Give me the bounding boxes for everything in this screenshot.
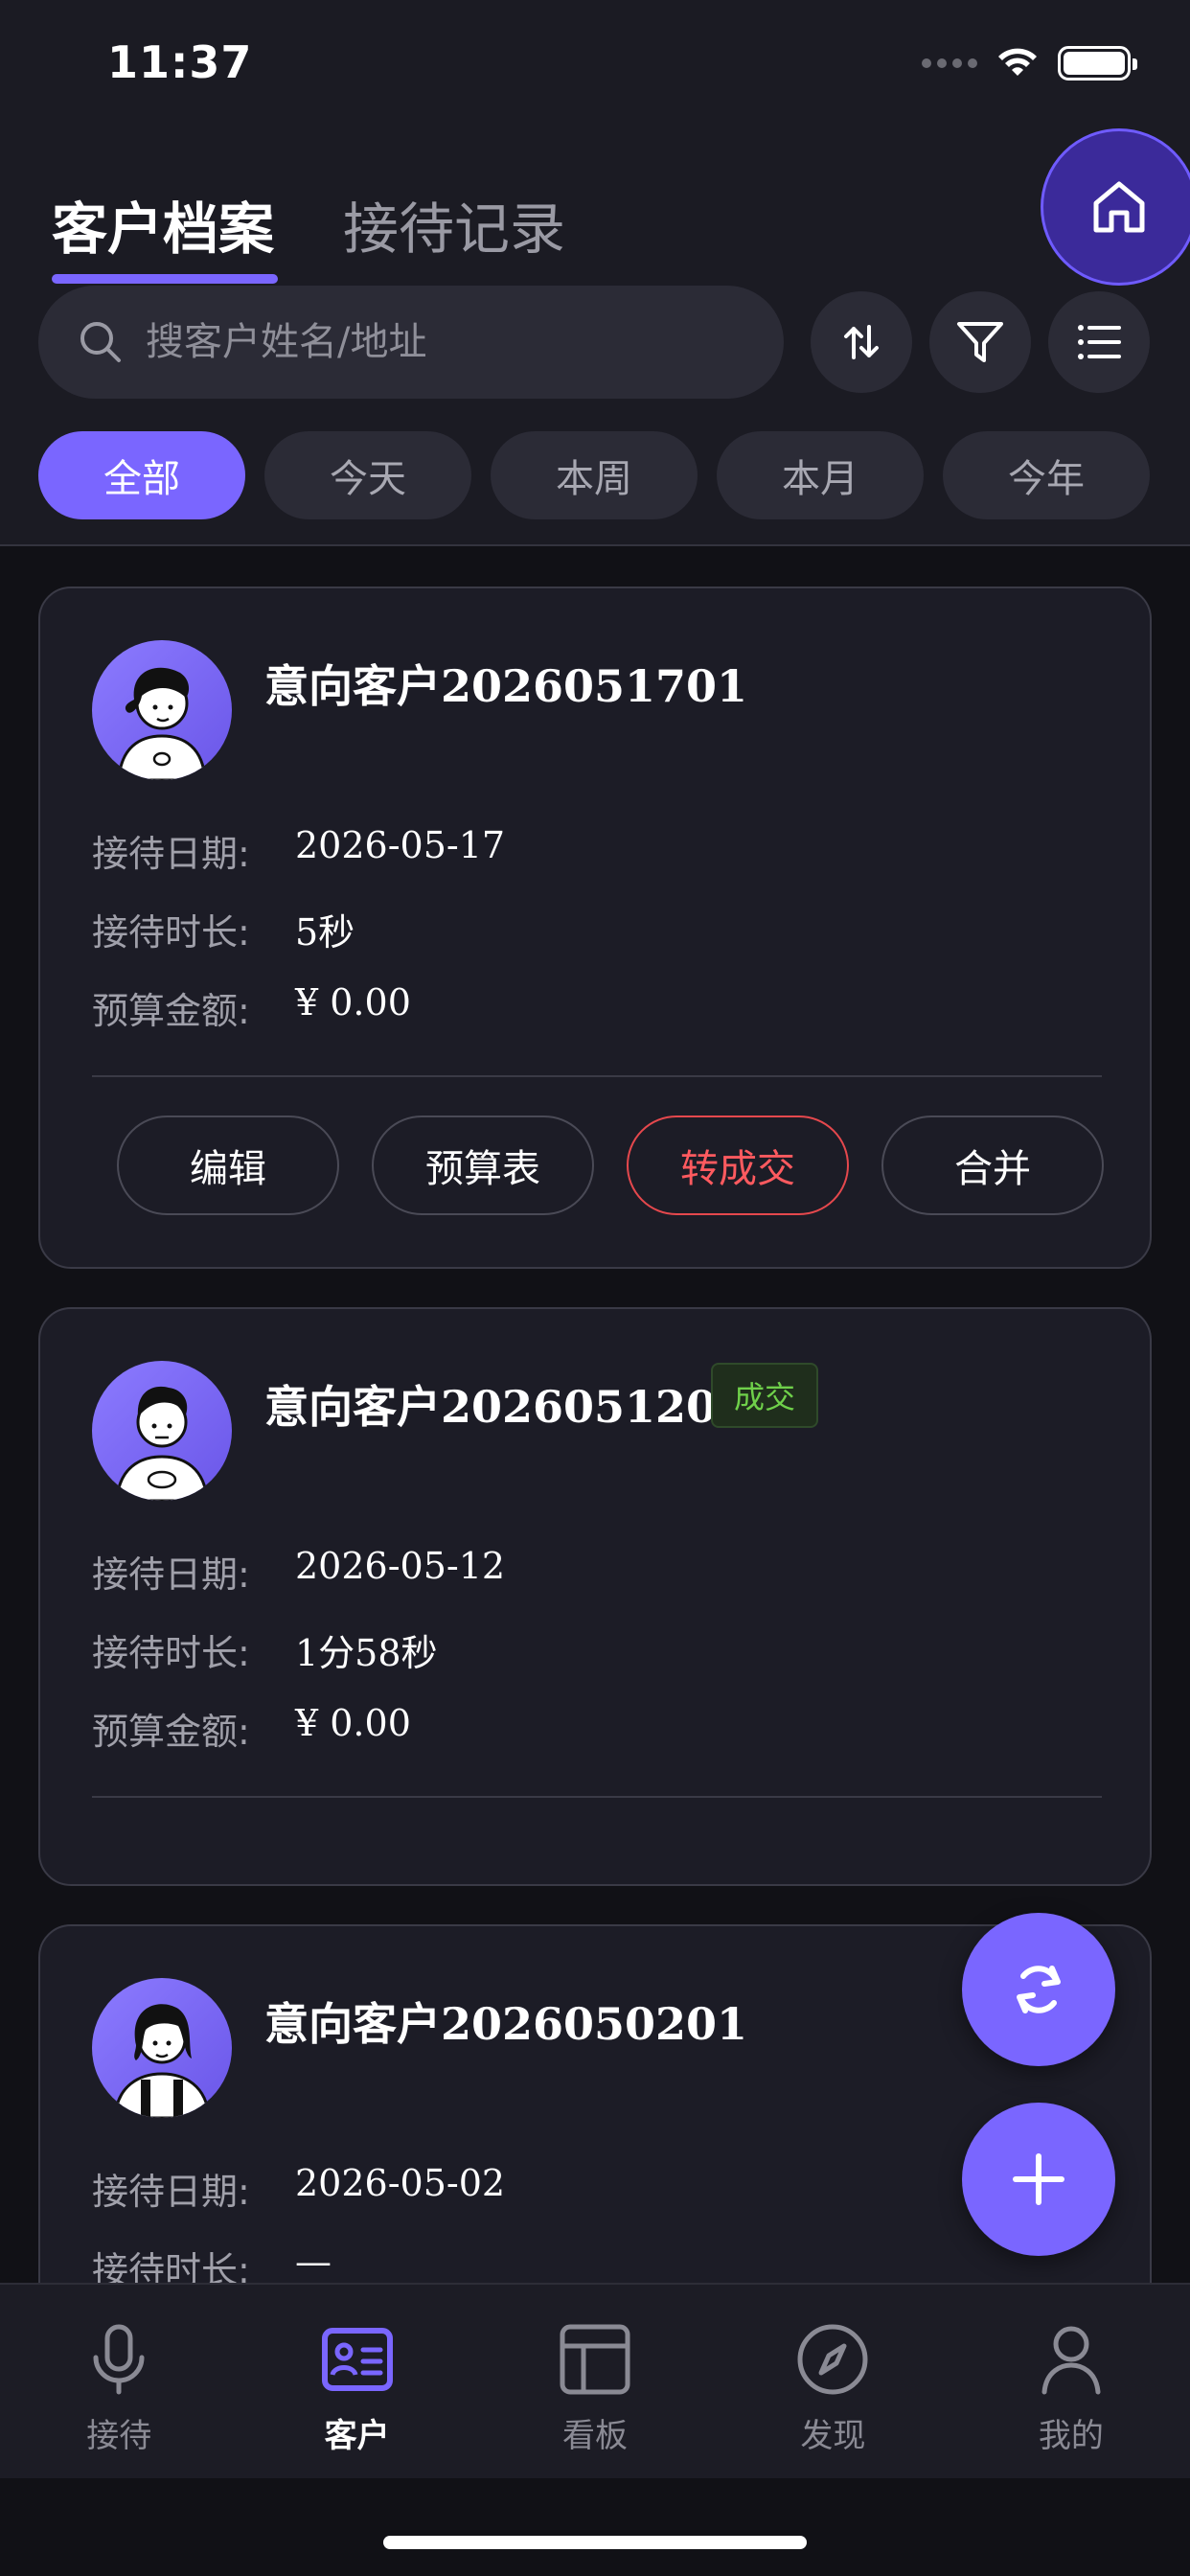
refresh-icon [1017,1966,1061,2013]
add-customer-button[interactable] [962,2103,1115,2256]
budget-value: ¥ 0.00 [295,1702,411,1744]
plus-icon [1013,2153,1064,2205]
customer-card[interactable]: 意向客户2026051202 成交 接待日期: 2026-05-12 接待时长:… [38,1307,1152,1886]
bottom-nav: 接待 客户 看板 发现 我的 [0,2283,1190,2478]
nav-item-profile[interactable]: 我的 [952,2285,1190,2478]
filter-chip-today[interactable]: 今天 [264,431,471,519]
reception-duration-row: 接待时长: 1分58秒 [92,1623,438,1676]
reception-date-value: 2026-05-12 [295,1545,506,1587]
battery-icon [1058,46,1137,80]
customer-name: 意向客户2026051202 [264,1381,748,1433]
sort-button[interactable] [811,291,912,393]
nav-label: 我的 [1038,2417,1104,2455]
sort-icon [844,325,879,359]
nav-label: 客户 [324,2417,390,2455]
reception-duration-value: 5秒 [295,911,355,954]
signal-icon [922,58,977,68]
search-input[interactable] [146,320,740,364]
status-icons [922,46,1137,80]
budget-sheet-button[interactable]: 预算表 [372,1116,594,1215]
list-icon [1078,325,1121,359]
budget-row: 预算金额: ¥ 0.00 [92,1702,411,1755]
refresh-button[interactable] [962,1913,1115,2066]
search-icon [80,322,121,362]
edit-button[interactable]: 编辑 [117,1116,339,1215]
home-indicator [383,2536,807,2549]
budget-row: 预算金额: ¥ 0.00 [92,981,411,1034]
convert-to-deal-button[interactable]: 转成交 [627,1116,849,1215]
reception-duration-label: 接待时长: [92,911,250,954]
user-icon [1041,2326,1101,2395]
reception-date-value: 2026-05-02 [295,2162,506,2204]
budget-label: 预算金额: [92,1711,250,1753]
tab-indicator [52,274,278,284]
customer-name: 意向客户2026051701 [264,660,748,712]
reception-duration-value: 1分58秒 [295,1632,438,1674]
nav-item-dashboard[interactable]: 看板 [476,2285,714,2478]
reception-date-label: 接待日期: [92,833,250,875]
home-icon [1093,181,1145,233]
filter-icon [957,322,1003,362]
card-divider [92,1075,1102,1077]
customer-name: 意向客户2026050201 [264,1998,748,2050]
customer-card[interactable]: 意向客户2026051701 接待日期: 2026-05-17 接待时长: 5秒… [38,586,1152,1269]
reception-date-row: 接待日期: 2026-05-02 [92,2162,505,2215]
reception-duration-row: 接待时长: 5秒 [92,903,355,955]
reception-date-row: 接待日期: 2026-05-12 [92,1545,505,1598]
status-time: 11:37 [107,36,253,88]
avatar [92,1361,232,1501]
nav-label: 发现 [800,2417,866,2455]
reception-date-label: 接待日期: [92,2171,250,2213]
budget-label: 预算金额: [92,990,250,1032]
dashboard-icon [560,2324,630,2395]
wifi-icon [998,48,1037,76]
filter-chip-year[interactable]: 今年 [943,431,1150,519]
compass-icon [797,2324,868,2395]
nav-item-reception[interactable]: 接待 [0,2285,238,2478]
list-button[interactable] [1048,291,1150,393]
card-divider [92,1796,1102,1798]
card-actions: 编辑 预算表 转成交 合并 [117,1116,1104,1215]
tab-customer-files[interactable]: 客户档案 [52,184,274,264]
filter-chip-all[interactable]: 全部 [38,431,245,519]
nav-label: 看板 [562,2417,629,2455]
filter-chip-month[interactable]: 本月 [717,431,924,519]
tab-reception-records[interactable]: 接待记录 [343,184,565,264]
status-badge: 成交 [711,1363,819,1428]
header-divider [0,544,1190,546]
reception-date-row: 接待日期: 2026-05-17 [92,824,505,877]
mic-icon [93,2324,145,2395]
filter-button[interactable] [929,291,1031,393]
reception-date-value: 2026-05-17 [295,824,506,866]
avatar [92,640,232,780]
budget-value: ¥ 0.00 [295,981,411,1024]
merge-button[interactable]: 合并 [881,1116,1104,1215]
filter-chip-week[interactable]: 本周 [491,431,698,519]
contact-card-icon [321,2328,393,2391]
search-bar[interactable] [38,286,784,399]
home-button[interactable] [1041,128,1190,286]
nav-label: 接待 [86,2417,152,2455]
avatar [92,1978,232,2118]
nav-item-customers[interactable]: 客户 [238,2285,475,2478]
nav-item-discover[interactable]: 发现 [714,2285,951,2478]
reception-date-label: 接待日期: [92,1553,250,1596]
date-filter-chips: 全部 今天 本周 本月 今年 [38,431,1150,519]
reception-duration-label: 接待时长: [92,1632,250,1674]
